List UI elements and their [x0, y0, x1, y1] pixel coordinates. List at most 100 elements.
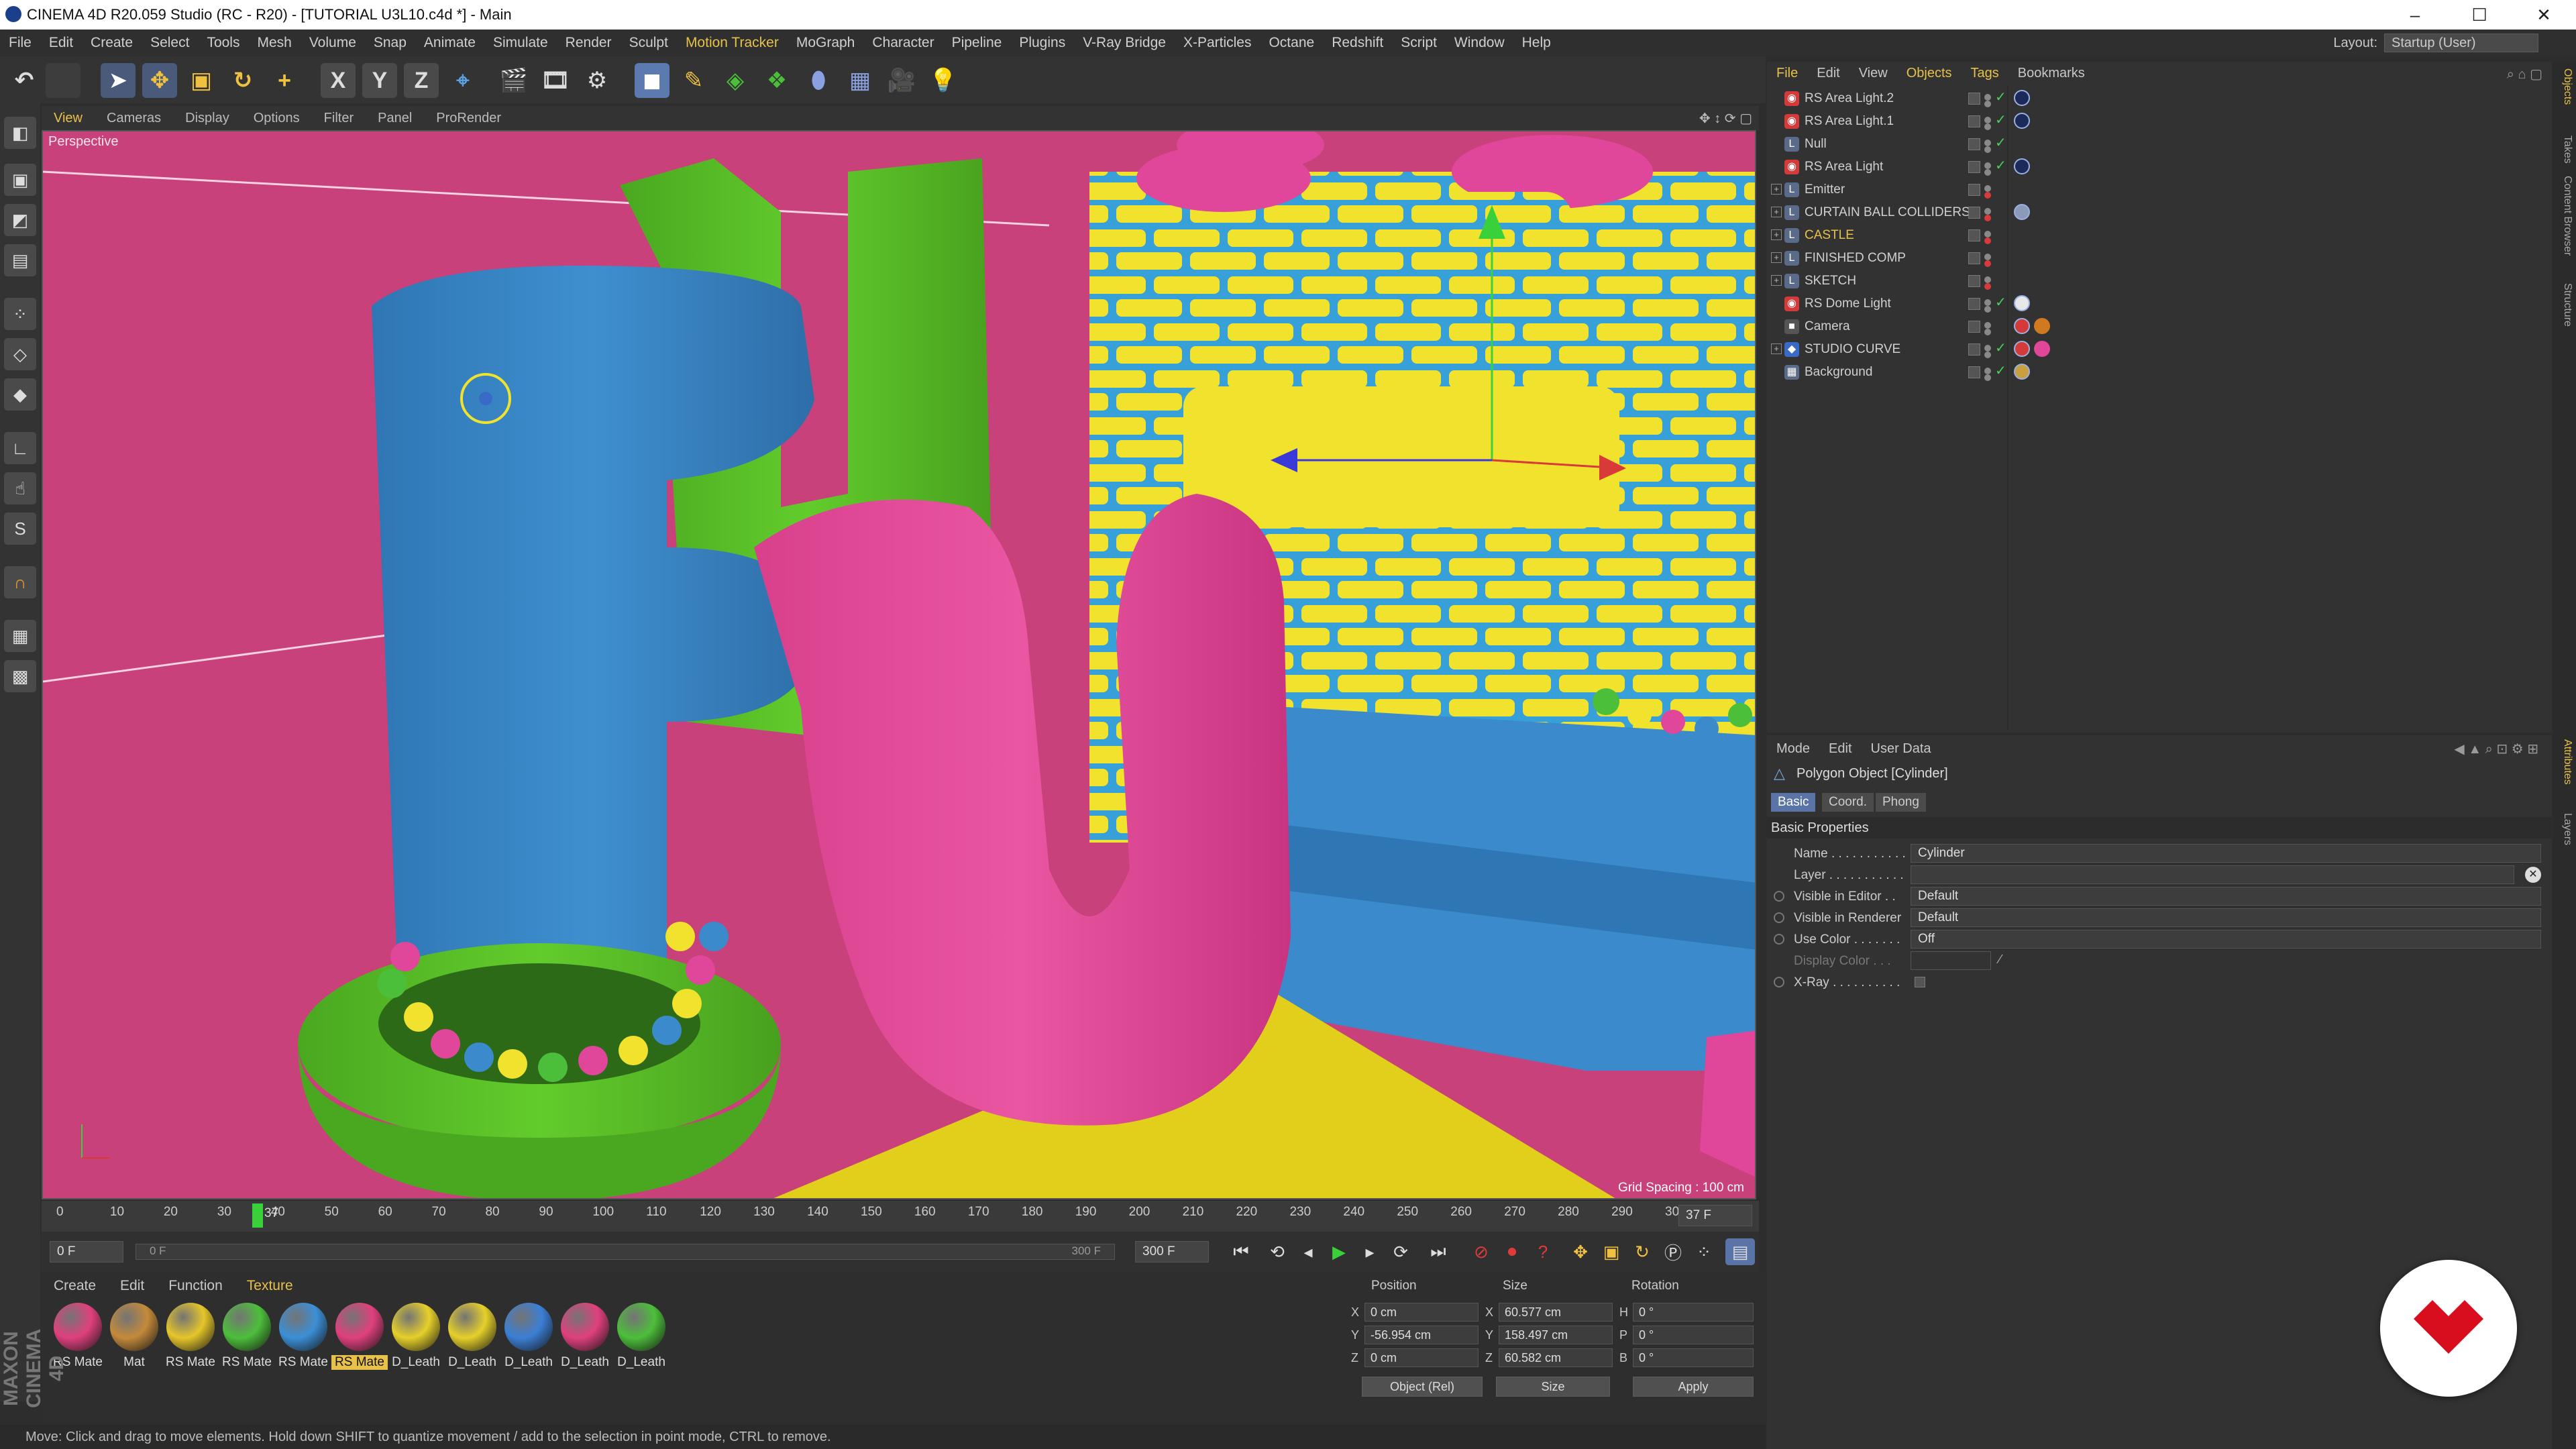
object-row[interactable]: + L CURTAIN BALL COLLIDERS	[1767, 201, 2552, 224]
editor-visibility-dot-icon[interactable]	[1984, 94, 1991, 101]
object-row[interactable]: + L FINISHED COMP	[1767, 247, 2552, 270]
anim-radio-icon[interactable]	[1774, 912, 1784, 923]
menu-simulate[interactable]: Simulate	[484, 35, 557, 51]
viewport-menu-display[interactable]: Display	[173, 111, 241, 126]
light-icon[interactable]: 💡	[926, 63, 961, 98]
rotation-p-field[interactable]: 0 °	[1633, 1326, 1754, 1344]
menu-volume[interactable]: Volume	[301, 35, 365, 51]
solo-mode-icon[interactable]: S	[4, 513, 36, 545]
layer-visibility-icon[interactable]	[1968, 207, 1980, 219]
expand-toggle-icon[interactable]: +	[1771, 229, 1782, 240]
tab-coord[interactable]: Coord.	[1822, 793, 1874, 812]
keyframe-selection-icon[interactable]: ?	[1528, 1238, 1558, 1265]
material-menu-texture[interactable]: Texture	[235, 1278, 305, 1294]
anim-radio-icon[interactable]	[1774, 934, 1784, 945]
close-button[interactable]: ✕	[2512, 0, 2576, 30]
attribute-nav-icons[interactable]: ◀ ▲ ⌕ ⊡ ⚙ ⊞	[2454, 741, 2538, 757]
rotation-h-field[interactable]: 0 °	[1633, 1303, 1754, 1322]
editor-visibility-dot-icon[interactable]	[1984, 322, 1991, 329]
layer-visibility-icon[interactable]	[1968, 366, 1980, 378]
attribute-menu-user-data[interactable]: User Data	[1862, 741, 1941, 757]
render-visibility-dot-icon[interactable]	[1984, 169, 1991, 176]
frame-range-slider[interactable]: 0 F 300 F	[136, 1244, 1115, 1260]
material-tag-icon[interactable]	[2034, 341, 2050, 357]
menu-script[interactable]: Script	[1392, 35, 1446, 51]
render-visibility-dot-icon[interactable]	[1984, 215, 1991, 221]
viewport-menu-prorender[interactable]: ProRender	[424, 111, 513, 126]
menu-octane[interactable]: Octane	[1260, 35, 1323, 51]
layer-visibility-icon[interactable]	[1968, 138, 1980, 150]
start-frame-field[interactable]: 0 F	[50, 1241, 123, 1263]
editor-visibility-dot-icon[interactable]	[1984, 162, 1991, 169]
cloner-icon[interactable]: ❖	[759, 63, 794, 98]
editor-visibility-dot-icon[interactable]	[1984, 231, 1991, 237]
material-swatch[interactable]: RS Mate	[275, 1303, 331, 1377]
workplane-grid-icon[interactable]: ▦	[4, 620, 36, 652]
layer-picker-icon[interactable]: ✕	[2525, 867, 2541, 883]
object-row[interactable]: ◉ RS Area Light ✓	[1767, 156, 2552, 178]
material-swatch[interactable]: RS Mate	[331, 1303, 388, 1377]
menu-pipeline[interactable]: Pipeline	[943, 35, 1011, 51]
material-swatch[interactable]: D_Leath	[444, 1303, 500, 1377]
next-key-icon[interactable]: ⟳	[1386, 1238, 1415, 1265]
menu-window[interactable]: Window	[1446, 35, 1513, 51]
cube-primitive-icon[interactable]: ◼	[635, 63, 669, 98]
undo-icon[interactable]: ↶	[7, 63, 42, 98]
render-view-icon[interactable]: 🎬	[496, 63, 531, 98]
layer-visibility-icon[interactable]	[1968, 229, 1980, 241]
material-menu-create[interactable]: Create	[42, 1278, 108, 1294]
layer-visibility-icon[interactable]	[1968, 343, 1980, 356]
3d-viewport[interactable]: Perspective Grid Spacing : 100 cm	[42, 130, 1756, 1199]
editor-visibility-dot-icon[interactable]	[1984, 208, 1991, 215]
object-tag-icon[interactable]	[2014, 341, 2030, 357]
editor-visibility-dot-icon[interactable]	[1984, 140, 1991, 146]
rotate-tool-icon[interactable]: ↻	[225, 63, 260, 98]
viewport-nav-icons[interactable]: ✥ ↕ ⟳ ▢	[1699, 110, 1752, 127]
scale-key-icon[interactable]: ▣	[1597, 1238, 1626, 1265]
go-to-start-icon[interactable]: ⏮	[1226, 1238, 1256, 1265]
enabled-check-icon[interactable]: ✓	[1995, 134, 2006, 151]
editor-visibility-dot-icon[interactable]	[1984, 299, 1991, 306]
select-arrow-icon[interactable]: ➤	[101, 63, 136, 98]
anim-radio-icon[interactable]	[1774, 891, 1784, 902]
make-editable-icon[interactable]: ◧	[4, 117, 36, 149]
layer-visibility-icon[interactable]	[1968, 115, 1980, 127]
menu-render[interactable]: Render	[557, 35, 621, 51]
menu-motion-tracker[interactable]: Motion Tracker	[677, 35, 788, 51]
timeline-playhead[interactable]	[252, 1203, 263, 1228]
editor-visibility-dot-icon[interactable]	[1984, 254, 1991, 260]
axis-y-button[interactable]: Y	[362, 63, 397, 98]
dock-tab-content-browser[interactable]: Content Browser	[2556, 176, 2573, 256]
attribute-menu-edit[interactable]: Edit	[1819, 741, 1861, 757]
autokey-icon[interactable]: ⏺	[1497, 1238, 1527, 1265]
object-tag-icon[interactable]	[2014, 113, 2030, 129]
viewport-menu-panel[interactable]: Panel	[366, 111, 424, 126]
render-visibility-dot-icon[interactable]	[1984, 306, 1991, 313]
floor-icon[interactable]: ▦	[843, 63, 877, 98]
object-tag-icon[interactable]	[2014, 90, 2030, 106]
color-picker-icon[interactable]: ∕	[1999, 953, 2001, 967]
object-row[interactable]: + L Emitter	[1767, 178, 2552, 201]
layer-visibility-icon[interactable]	[1968, 321, 1980, 333]
viewport-menu-cameras[interactable]: Cameras	[95, 111, 173, 126]
name-field[interactable]: Cylinder	[1911, 844, 2541, 863]
axis-x-button[interactable]: X	[321, 63, 356, 98]
move-tool-icon[interactable]: ✥	[142, 63, 177, 98]
polygons-mode-icon[interactable]: ◆	[4, 378, 36, 411]
object-menu-tags[interactable]: Tags	[1962, 66, 2008, 81]
size-mode-select[interactable]: Size	[1496, 1377, 1610, 1397]
axis-mode-icon[interactable]: ∟	[4, 432, 36, 464]
layer-field[interactable]	[1911, 865, 2514, 884]
position-key-icon[interactable]: ✥	[1566, 1238, 1595, 1265]
object-row[interactable]: ▦ Background ✓	[1767, 361, 2552, 384]
viewport-menu-options[interactable]: Options	[241, 111, 312, 126]
layer-visibility-icon[interactable]	[1968, 184, 1980, 196]
layer-visibility-icon[interactable]	[1968, 93, 1980, 105]
menu-edit[interactable]: Edit	[40, 35, 82, 51]
object-row[interactable]: + L SKETCH	[1767, 270, 2552, 292]
minimize-button[interactable]: –	[2383, 0, 2447, 30]
previous-key-icon[interactable]: ⟲	[1263, 1238, 1292, 1265]
material-swatch[interactable]: Mat	[106, 1303, 162, 1377]
deformer-icon[interactable]: ⬮	[801, 63, 836, 98]
menu-snap[interactable]: Snap	[365, 35, 415, 51]
